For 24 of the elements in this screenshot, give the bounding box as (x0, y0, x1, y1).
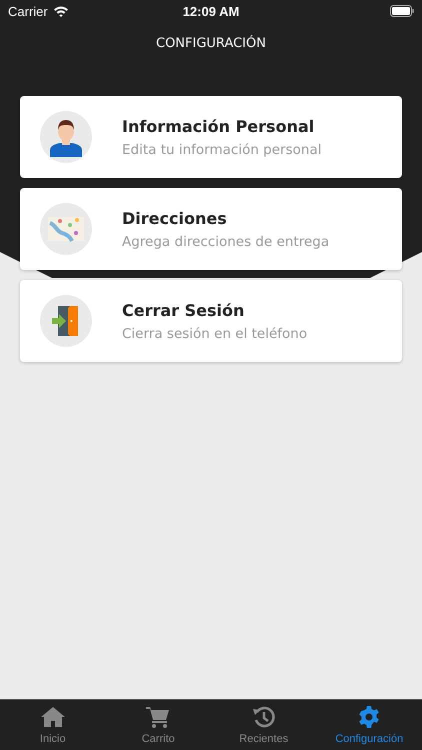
card-subtitle: Cierra sesión en el teléfono (122, 326, 308, 342)
clock: 12:09 AM (182, 4, 240, 18)
card-title: Cerrar Sesión (122, 300, 246, 320)
history-icon (252, 706, 275, 728)
settings-card[interactable]: Cerrar Sesión Cierra sesión en el teléfono (20, 280, 402, 362)
settings-icon (358, 706, 380, 728)
tab[interactable]: Configuración (316, 700, 422, 750)
card-title: Información Personal (122, 116, 316, 136)
carrier-label: Carrier (8, 4, 48, 18)
tab[interactable]: Carrito (106, 700, 211, 750)
card-subtitle: Agrega direcciones de entrega (122, 234, 330, 250)
settings-card[interactable]: Información Personal Edita tu información personal (20, 96, 402, 178)
wifi-icon (52, 5, 69, 17)
settings-card[interactable]: Direcciones Agrega direcciones de entrega (20, 188, 402, 270)
exit-door-icon (52, 304, 80, 338)
person-icon (48, 117, 84, 157)
tab[interactable]: Recientes (211, 700, 316, 750)
tab[interactable]: Inicio (0, 700, 106, 750)
battery-icon (390, 5, 414, 17)
home-icon (40, 706, 66, 728)
cart-icon (146, 706, 170, 728)
card-subtitle: Edita tu información personal (122, 142, 322, 158)
screen-title: CONFIGURACIÓN (156, 36, 266, 53)
card-title: Direcciones (122, 208, 228, 228)
